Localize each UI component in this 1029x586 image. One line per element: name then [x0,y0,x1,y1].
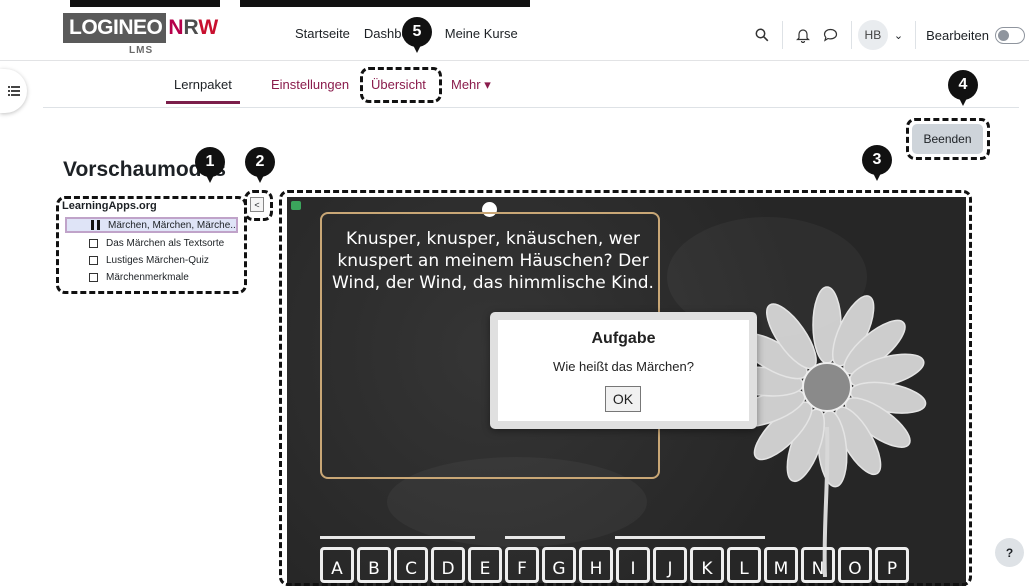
callout-badge-1: 1 [195,147,225,185]
search-icon[interactable] [748,21,776,49]
callout-badge-3: 3 [862,145,892,183]
cropped-header-strip [0,0,1029,8]
annotation-box-4 [906,118,990,160]
callout-badge-2: 2 [245,147,275,185]
callout-badge-4: 4 [948,70,978,108]
logo-logineo: LOGINEO [63,13,167,43]
tab-einstellungen[interactable]: Einstellungen [271,77,349,92]
nav-separator [915,21,917,49]
nav-meine-kurse[interactable]: Meine Kurse [445,26,518,41]
site-logo[interactable]: LOGINEO NRW LMS [63,12,221,58]
logo-subtitle: LMS [129,45,154,56]
callout-badge-5: 5 [402,17,432,55]
logo-nrw: NRW [168,16,219,39]
secondary-navigation: Lernpaket Einstellungen Übersicht Mehr ▾ [43,70,1019,108]
nav-separator [850,21,852,49]
nav-startseite[interactable]: Startseite [295,26,350,41]
tab-lernpaket[interactable]: Lernpaket [166,77,240,104]
help-button[interactable]: ? [995,538,1024,567]
user-avatar[interactable]: HB [857,20,888,50]
top-navbar: LOGINEO NRW LMS Startseite Dashbo Meine … [0,8,1029,61]
annotation-box-5 [360,67,442,103]
chat-icon[interactable] [817,21,845,49]
edit-mode-toggle[interactable] [995,26,1025,44]
tab-mehr[interactable]: Mehr ▾ [451,77,491,93]
annotation-box-2 [244,190,273,221]
annotation-box-1 [56,196,247,294]
nav-separator [781,21,783,49]
chevron-down-icon[interactable]: ⌄ [894,29,903,42]
list-icon [7,86,20,96]
annotation-box-3 [279,190,972,586]
user-navigation: HB ⌄ Bearbeiten [748,18,1029,52]
bell-icon[interactable] [789,21,817,49]
edit-mode-label: Bearbeiten [926,27,989,43]
course-index-toggle[interactable] [0,69,27,113]
